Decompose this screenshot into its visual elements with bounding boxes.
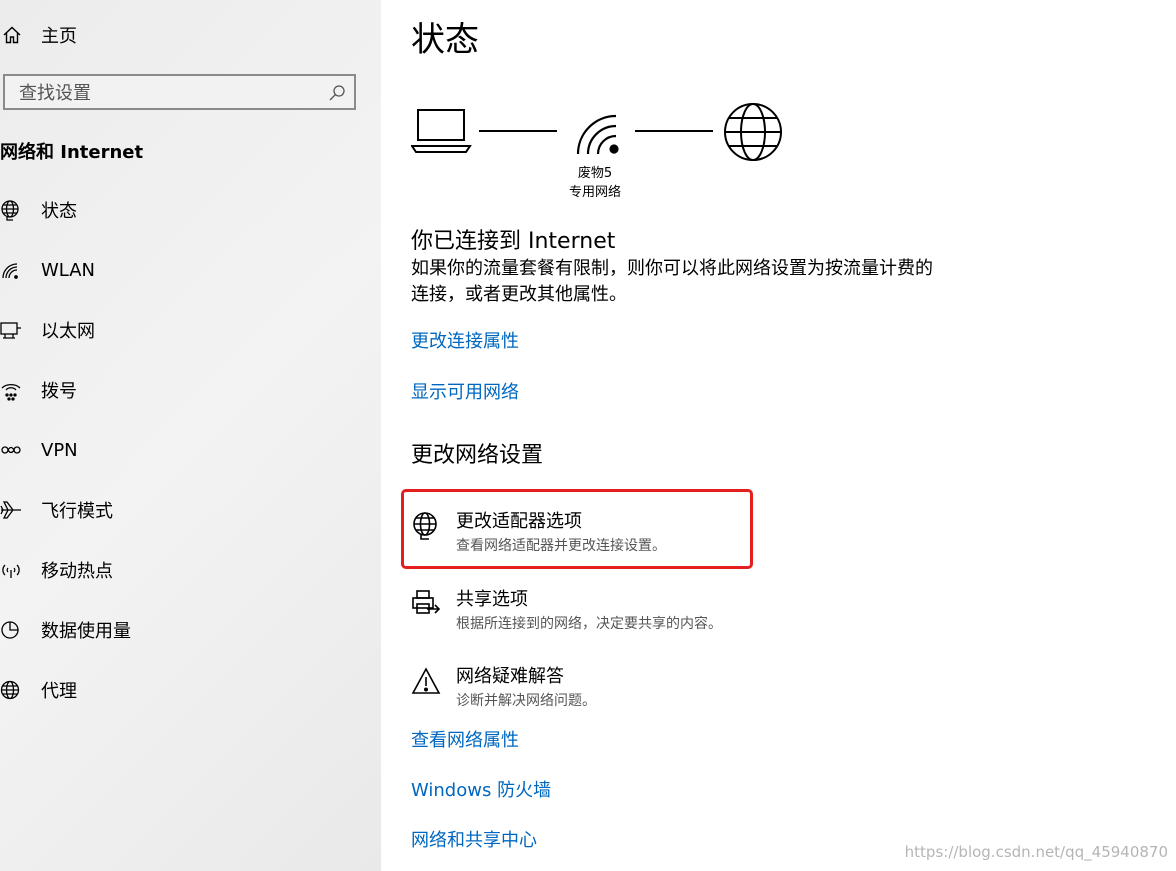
sidebar-item-airplane[interactable]: 飞行模式 bbox=[0, 490, 370, 530]
data-usage-icon bbox=[1, 621, 19, 639]
page-title: 状态 bbox=[411, 20, 479, 60]
sidebar-item-label: WLAN bbox=[41, 259, 96, 281]
option-description: 根据所连接到的网络，决定要共享的内容。 bbox=[456, 616, 722, 632]
sidebar-item-label: 数据使用量 bbox=[41, 621, 131, 642]
wifi-signal-icon bbox=[576, 114, 619, 155]
sidebar-item-proxy[interactable]: 代理 bbox=[0, 670, 370, 710]
option-title: 共享选项 bbox=[456, 589, 528, 610]
sidebar-item-label: 拨号 bbox=[41, 381, 77, 402]
windows-firewall-link[interactable]: Windows 防火墙 bbox=[411, 776, 551, 802]
sidebar-item-ethernet[interactable]: 以太网 bbox=[0, 310, 370, 350]
hotspot-icon bbox=[2, 564, 20, 578]
sidebar: 主页 网络和 Internet 状态 WLAN 以太网 拨号 bbox=[0, 0, 381, 871]
sidebar-item-hotspot[interactable]: 移动热点 bbox=[0, 550, 370, 590]
home-icon bbox=[3, 26, 21, 44]
ethernet-icon bbox=[0, 322, 21, 339]
network-info: 废物5 专用网络 bbox=[560, 164, 630, 202]
proxy-globe-icon bbox=[0, 680, 20, 700]
option-description: 查看网络适配器并更改连接设置。 bbox=[456, 538, 666, 554]
sidebar-item-label: 代理 bbox=[41, 681, 77, 702]
adapter-icon bbox=[413, 512, 437, 540]
sidebar-section-title: 网络和 Internet bbox=[0, 142, 144, 163]
wifi-icon bbox=[2, 263, 18, 279]
sidebar-item-label: 移动热点 bbox=[41, 561, 113, 582]
sidebar-item-wlan[interactable]: WLAN bbox=[0, 250, 370, 290]
sidebar-item-dialup[interactable]: 拨号 bbox=[0, 370, 370, 410]
sidebar-item-label: 状态 bbox=[41, 201, 77, 222]
sharing-icon bbox=[412, 590, 441, 614]
show-available-networks-link[interactable]: 显示可用网络 bbox=[411, 378, 519, 404]
internet-globe-icon bbox=[724, 103, 782, 161]
connected-heading: 你已连接到 Internet bbox=[411, 229, 616, 254]
connected-description: 如果你的流量套餐有限制，则你可以将此网络设置为按流量计费的连接，或者更改其他属性… bbox=[411, 258, 933, 305]
option-troubleshoot[interactable]: 网络疑难解答 诊断并解决网络问题。 bbox=[411, 662, 811, 718]
search-box[interactable] bbox=[3, 74, 356, 110]
laptop-icon bbox=[411, 109, 472, 153]
search-icon[interactable] bbox=[328, 84, 346, 102]
network-sharing-center-link[interactable]: 网络和共享中心 bbox=[411, 826, 537, 852]
sidebar-item-label: 以太网 bbox=[41, 321, 95, 342]
sidebar-item-data-usage[interactable]: 数据使用量 bbox=[0, 610, 370, 650]
change-network-settings-heading: 更改网络设置 bbox=[411, 443, 544, 468]
view-network-properties-link[interactable]: 查看网络属性 bbox=[411, 726, 519, 752]
dialup-icon bbox=[1, 383, 21, 401]
home-nav-item[interactable]: 主页 bbox=[2, 20, 77, 50]
change-connection-properties-link[interactable]: 更改连接属性 bbox=[411, 327, 519, 353]
vpn-icon bbox=[1, 446, 21, 454]
option-change-adapter[interactable]: 更改适配器选项 查看网络适配器并更改连接设置。 bbox=[411, 507, 811, 563]
sidebar-item-vpn[interactable]: VPN bbox=[0, 430, 370, 470]
watermark: https://blog.csdn.net/qq_45940870 bbox=[904, 843, 1168, 861]
network-name: 废物5 bbox=[577, 166, 613, 181]
home-label: 主页 bbox=[41, 26, 77, 47]
option-title: 更改适配器选项 bbox=[456, 511, 582, 532]
sidebar-item-label: VPN bbox=[41, 439, 78, 461]
sidebar-item-label: 飞行模式 bbox=[41, 501, 113, 522]
option-description: 诊断并解决网络问题。 bbox=[456, 693, 596, 709]
airplane-icon bbox=[0, 501, 21, 519]
search-input[interactable] bbox=[17, 80, 321, 106]
network-type: 专用网络 bbox=[568, 185, 621, 200]
warning-icon bbox=[411, 667, 441, 694]
option-title: 网络疑难解答 bbox=[456, 666, 564, 687]
sidebar-item-status[interactable]: 状态 bbox=[0, 190, 370, 230]
option-sharing[interactable]: 共享选项 根据所连接到的网络，决定要共享的内容。 bbox=[411, 585, 811, 641]
globe-status-icon bbox=[1, 200, 19, 221]
